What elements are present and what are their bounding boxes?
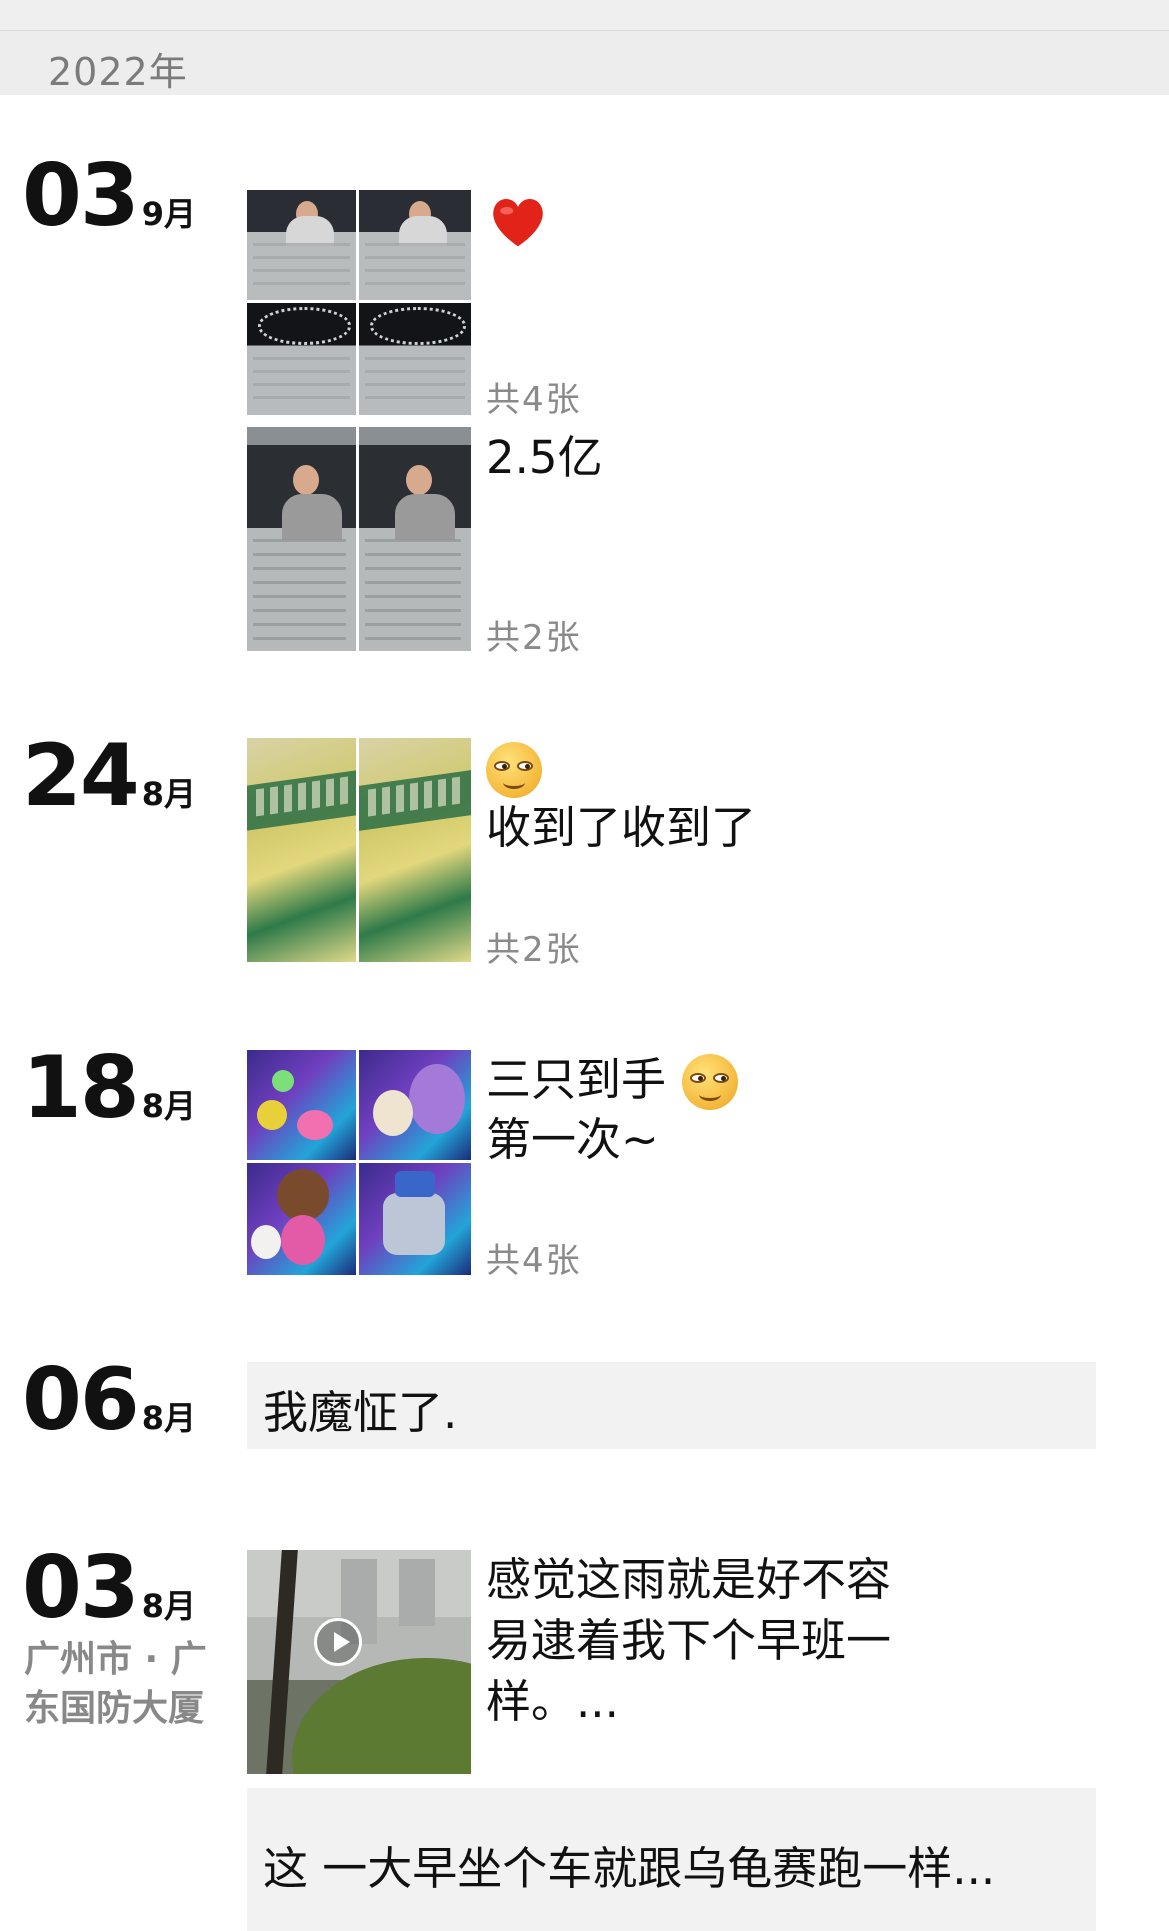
post-text[interactable]: 第一次~ xyxy=(486,1110,659,1170)
photo-thumbnail[interactable] xyxy=(359,190,471,300)
post-date: 24 8月 xyxy=(22,726,196,826)
post-date: 03 9月 xyxy=(22,146,196,246)
post-text-line[interactable]: 易逮着我下个早班一 xyxy=(486,1611,891,1671)
text-post-card[interactable]: 我魔怔了. xyxy=(247,1362,1096,1449)
heart-icon xyxy=(493,198,543,247)
play-icon[interactable] xyxy=(314,1618,362,1666)
year-header: 2022年 xyxy=(0,31,1169,95)
post-text[interactable]: 收到了收到了 xyxy=(486,798,756,858)
year-label: 2022年 xyxy=(48,50,188,94)
photo-thumbnail[interactable] xyxy=(247,303,356,415)
post-text-line[interactable]: 感觉这雨就是好不容 xyxy=(486,1550,891,1610)
photo-thumbnail[interactable] xyxy=(359,1163,471,1275)
top-status-strip xyxy=(0,0,1169,31)
photo-count: 共4张 xyxy=(486,1241,582,1281)
video-thumbnail[interactable] xyxy=(247,1550,471,1774)
photo-thumbnail[interactable] xyxy=(247,1050,356,1160)
post-text-line[interactable]: 样。... xyxy=(486,1672,619,1732)
photo-thumbnail[interactable] xyxy=(359,738,471,962)
grinning-face-icon xyxy=(682,1054,738,1110)
photo-thumbnail[interactable] xyxy=(247,1163,356,1275)
post-text: 我魔怔了. xyxy=(263,1386,458,1439)
text-post-card[interactable]: 这 一大早坐个车就跟乌龟赛跑一样... xyxy=(247,1788,1096,1931)
post-text[interactable]: 三只到手 xyxy=(486,1050,666,1110)
post-date: 06 8月 xyxy=(22,1350,196,1450)
location-label[interactable]: 广州市 · 广东国防大厦 xyxy=(24,1636,224,1733)
photo-thumbnail[interactable] xyxy=(359,427,471,651)
photo-thumbnail[interactable] xyxy=(247,427,356,651)
photo-thumbnail[interactable] xyxy=(359,1050,471,1160)
grinning-face-icon xyxy=(486,742,542,798)
photo-thumbnail[interactable] xyxy=(247,738,356,962)
photo-count: 共2张 xyxy=(486,618,582,658)
photo-thumbnail[interactable] xyxy=(247,190,356,300)
post-text: 这 一大早坐个车就跟乌龟赛跑一样... xyxy=(263,1842,996,1895)
post-text[interactable]: 2.5亿 xyxy=(486,428,603,488)
photo-count: 共4张 xyxy=(486,380,582,420)
photo-count: 共2张 xyxy=(486,930,582,970)
photo-thumbnail[interactable] xyxy=(359,303,471,415)
post-date: 18 8月 xyxy=(22,1038,196,1138)
post-date: 03 8月 xyxy=(22,1538,196,1638)
